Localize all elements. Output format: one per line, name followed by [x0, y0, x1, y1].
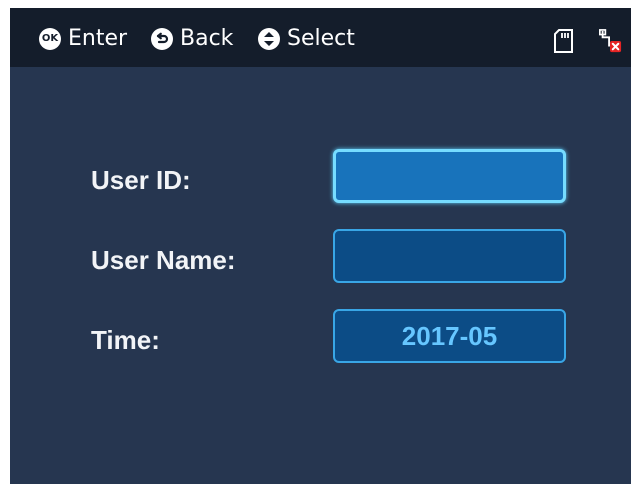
device-screen: OK Enter Back Select User ID: User Name:… — [10, 8, 631, 484]
user-id-label: User ID: — [91, 165, 191, 195]
time-field[interactable]: 2017-05 — [333, 309, 566, 363]
back-hint: Back — [151, 26, 233, 52]
enter-hint: OK Enter — [39, 26, 127, 52]
back-button-icon — [151, 28, 173, 50]
network-disconnected-icon — [599, 29, 622, 53]
time-label: Time: — [91, 325, 160, 355]
sd-card-icon — [554, 29, 573, 53]
user-name-label: User Name: — [91, 245, 236, 275]
up-down-arrows-icon — [264, 32, 274, 46]
user-id-input[interactable] — [333, 149, 566, 203]
select-hint-label: Select — [287, 26, 355, 51]
user-name-input[interactable] — [333, 229, 566, 283]
enter-hint-label: Enter — [68, 26, 128, 51]
ok-button-icon: OK — [39, 28, 61, 50]
back-arrow-icon — [156, 32, 169, 44]
select-hint: Select — [258, 26, 355, 52]
back-hint-label: Back — [180, 26, 234, 51]
up-down-button-icon — [258, 28, 280, 50]
top-hint-bar: OK Enter Back Select — [10, 8, 631, 67]
